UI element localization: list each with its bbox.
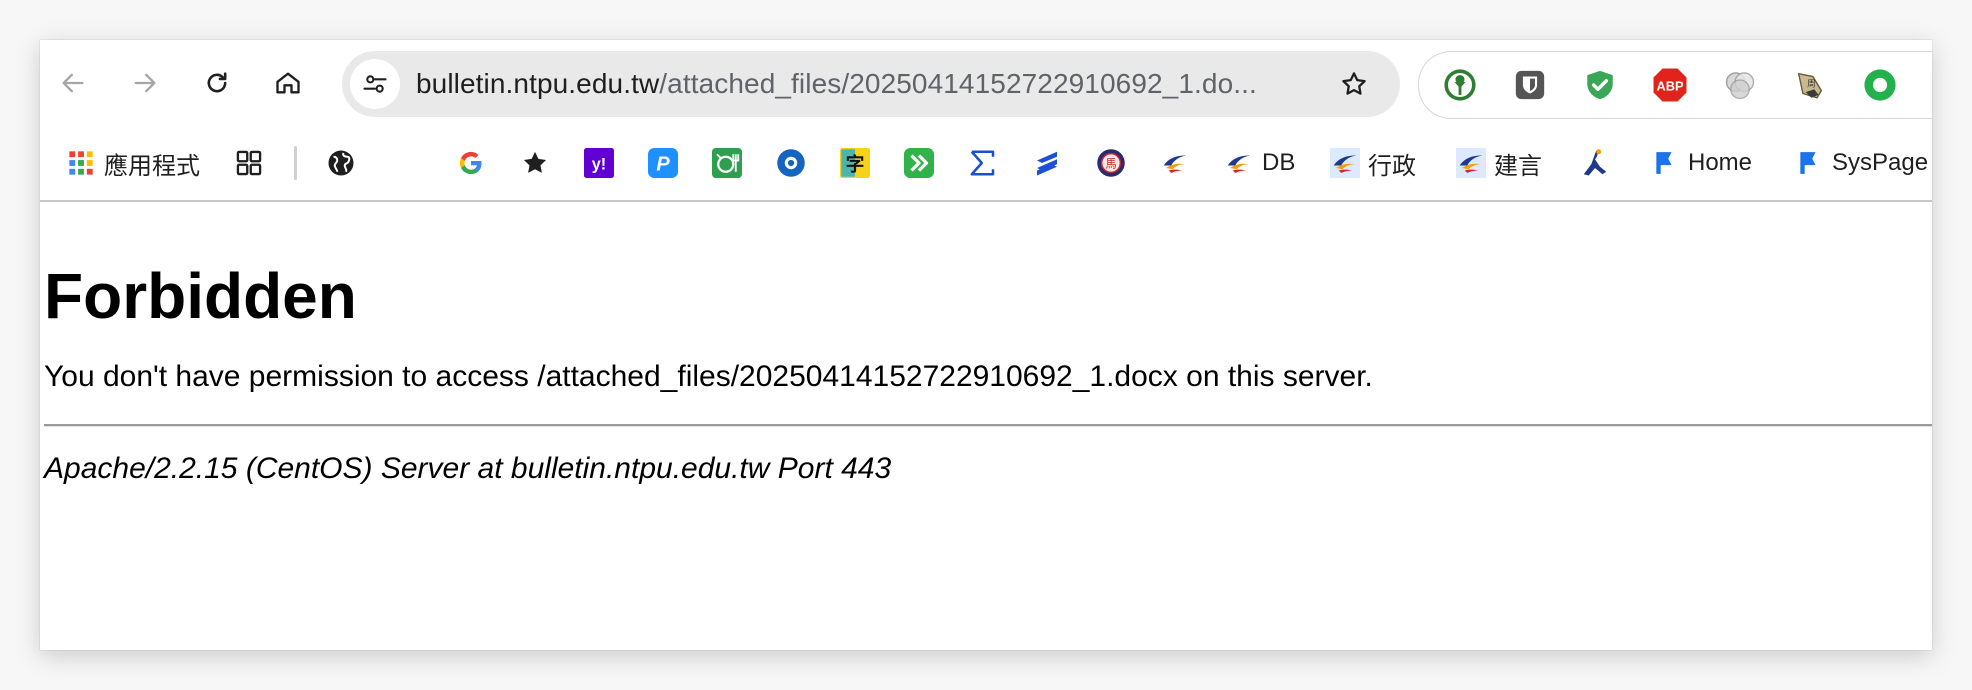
url-host: bulletin.ntpu.edu.tw — [416, 68, 660, 99]
server-address: Apache/2.2.15 (CentOS) Server at bulleti… — [44, 452, 892, 485]
bookmark-admin[interactable]: 行政 — [1330, 126, 1416, 200]
browser-toolbar: bulletin.ntpu.edu.tw/attached_files/2025… — [40, 40, 1932, 126]
bookmark-star[interactable] — [520, 126, 550, 200]
bookmark-double-chevron[interactable] — [904, 126, 934, 200]
globe-icon — [326, 148, 356, 178]
tree-shield-extension-icon[interactable] — [1441, 66, 1479, 104]
address-bar[interactable]: bulletin.ntpu.edu.tw/attached_files/2025… — [342, 51, 1400, 117]
bookmark-db-label: DB — [1262, 149, 1296, 176]
bookmark-star-button[interactable] — [1332, 62, 1376, 106]
yahoo-icon: y! — [584, 148, 614, 178]
adblock-plus-icon[interactable]: ABP — [1651, 66, 1689, 104]
bookmark-google[interactable] — [456, 126, 486, 200]
browser-window: bulletin.ntpu.edu.tw/attached_files/2025… — [40, 40, 1932, 650]
dictionary-extension-icon[interactable]: 周 — [1791, 66, 1829, 104]
home-icon — [276, 72, 300, 94]
seal-icon: 馬 — [1096, 148, 1126, 178]
bookmark-restaurant[interactable] — [712, 126, 742, 200]
eye-icon — [776, 148, 806, 178]
divider — [44, 424, 1932, 427]
bookmark-eye[interactable] — [776, 126, 806, 200]
flag-icon — [1794, 148, 1824, 178]
bookmark-dictionary[interactable]: 字 — [840, 126, 870, 200]
svg-text:P: P — [656, 154, 670, 176]
bookmark-db[interactable]: DB — [1224, 126, 1295, 200]
forward-button[interactable] — [124, 62, 166, 104]
grey-circles-extension-icon[interactable] — [1721, 66, 1759, 104]
apps-grid-icon — [66, 148, 96, 178]
sigma-icon — [968, 148, 998, 178]
svg-text:ABP: ABP — [1657, 78, 1684, 93]
bookmark-suggestion-label: 建言 — [1494, 152, 1542, 180]
arrow-left-icon — [62, 73, 84, 93]
s-stripes-icon — [1032, 148, 1062, 178]
bookmark-globe[interactable] — [326, 126, 356, 200]
google-icon — [456, 148, 486, 178]
site-info-button[interactable] — [350, 59, 400, 109]
svg-text:y!: y! — [592, 155, 606, 173]
bookmark-runner[interactable] — [1580, 126, 1610, 200]
flag-icon — [1650, 148, 1680, 178]
restaurant-icon — [712, 148, 742, 178]
tab-groups-icon — [234, 148, 264, 178]
swoosh-icon — [1224, 148, 1254, 178]
home-button[interactable] — [267, 62, 309, 104]
bitwarden-shield-icon[interactable] — [1511, 66, 1549, 104]
bookmark-home[interactable]: Home — [1650, 126, 1752, 200]
star-icon — [520, 148, 550, 178]
url-path: /attached_files/20250414152722910692_1.d… — [659, 68, 1257, 99]
bookmark-seal[interactable]: 馬 — [1096, 126, 1126, 200]
reload-button[interactable] — [196, 62, 238, 104]
bookmark-syspage-label: SysPage — [1832, 149, 1929, 176]
arrow-right-icon — [134, 73, 156, 93]
bookmark-yahoo[interactable]: y! — [584, 126, 614, 200]
bookmark-syspage[interactable]: SysPage — [1794, 126, 1928, 200]
page-title: Forbidden — [44, 260, 357, 332]
page-content: Forbidden You don't have permission to a… — [40, 202, 1932, 650]
bookmark-tab-groups[interactable] — [234, 126, 264, 200]
svg-text:字: 字 — [846, 153, 865, 176]
bookmark-s-stripes[interactable] — [1032, 126, 1062, 200]
svg-text:馬: 馬 — [1105, 157, 1116, 170]
svg-text:周: 周 — [1807, 79, 1816, 89]
green-ring-extension-icon[interactable] — [1861, 66, 1899, 104]
dictionary-icon: 字 — [840, 148, 870, 178]
bookmark-suggestion[interactable]: 建言 — [1456, 126, 1542, 200]
swoosh-icon — [1160, 148, 1190, 178]
runner-icon — [1580, 148, 1610, 178]
bookmarks-bar: 應用程式 y! P 字 馬 DB 行政 建言 Home SysPage — [40, 126, 1932, 202]
star-outline-icon — [1342, 72, 1366, 95]
swoosh-square-icon — [1456, 148, 1486, 178]
back-button[interactable] — [52, 62, 94, 104]
bookmarks-separator — [294, 146, 297, 180]
tune-icon — [363, 75, 387, 93]
extensions-area: ABP 周 — [1418, 51, 1932, 119]
swoosh-square-icon — [1330, 148, 1360, 178]
p-icon: P — [648, 148, 678, 178]
url-text[interactable]: bulletin.ntpu.edu.tw/attached_files/2025… — [416, 51, 1316, 117]
double-chevron-icon — [904, 148, 934, 178]
bookmark-apps-label: 應用程式 — [104, 152, 200, 180]
error-message: You don't have permission to access /att… — [44, 360, 1373, 393]
bookmark-swoosh[interactable] — [1160, 126, 1190, 200]
reload-icon — [207, 72, 227, 93]
bookmark-sigma[interactable] — [968, 126, 998, 200]
bookmark-home-label: Home — [1688, 149, 1753, 176]
green-shield-check-icon[interactable] — [1581, 66, 1619, 104]
bookmark-admin-label: 行政 — [1368, 152, 1416, 180]
bookmark-p[interactable]: P — [648, 126, 678, 200]
bookmark-apps[interactable]: 應用程式 — [66, 126, 200, 200]
